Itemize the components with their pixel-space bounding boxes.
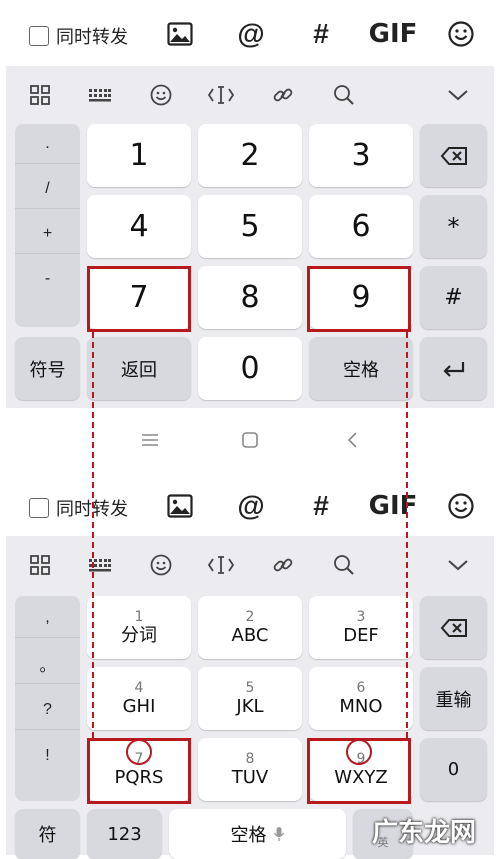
key-1[interactable]: 1: [87, 124, 191, 187]
t9-key-6[interactable]: 6 MNO: [309, 667, 413, 730]
back-nav-icon[interactable]: [340, 428, 364, 452]
search-icon[interactable]: [329, 80, 359, 110]
backspace-key[interactable]: [420, 124, 487, 187]
system-nav-bar: [0, 408, 500, 476]
symbol-column: . / + -: [15, 124, 80, 327]
symbol-key-period[interactable]: .: [15, 124, 80, 164]
forward-checkbox-label: 同时转发: [56, 27, 128, 48]
menu-icon[interactable]: [138, 428, 162, 452]
mention-icon[interactable]: @: [233, 16, 269, 52]
compose-toolbar-top: 同时转发 @ # GIF: [0, 0, 500, 66]
space-key[interactable]: 空格: [169, 809, 346, 859]
grid-icon[interactable]: [25, 80, 55, 110]
t9-key-5[interactable]: 5 JKL: [198, 667, 302, 730]
t9-keyboard: , 。 ? ! 1 分词 2 ABC 3 DEF 4 GHI 5 JKL 6 MNO 7 PQ…: [6, 536, 494, 859]
connector-line-left: [92, 332, 94, 738]
forward-checkbox-2[interactable]: [29, 498, 49, 518]
highlight-box-key-7-top: [87, 266, 191, 332]
t9-key-2[interactable]: 2 ABC: [198, 596, 302, 659]
image-icon[interactable]: [162, 16, 198, 52]
cursor-icon[interactable]: [206, 550, 236, 580]
t9-key-8[interactable]: 8 TUV: [198, 738, 302, 801]
link-icon[interactable]: [268, 550, 298, 580]
punct-key-question[interactable]: ?: [15, 690, 80, 730]
link-icon[interactable]: [268, 80, 298, 110]
symbol-key-minus[interactable]: -: [15, 259, 80, 299]
key-6[interactable]: 6: [309, 195, 413, 258]
reenter-key[interactable]: 重输: [420, 667, 487, 730]
numeric-keyboard: . / + - 1 2 3 4 5 6 7 8 9 符号 返回 0 空格 * #: [6, 66, 494, 408]
enter-key[interactable]: [420, 337, 487, 400]
numeric-mode-key[interactable]: 123: [87, 809, 162, 859]
home-icon[interactable]: [238, 428, 262, 452]
t9-key-4[interactable]: 4 GHI: [87, 667, 191, 730]
emoji-panel-icon[interactable]: [146, 80, 176, 110]
forward-checkbox[interactable]: [29, 26, 49, 46]
compose-toolbar-bottom: 同时转发 @ # GIF: [0, 476, 500, 536]
t9-key-3[interactable]: 3 DEF: [309, 596, 413, 659]
highlight-circle-7: [126, 739, 152, 765]
punct-key-period[interactable]: 。: [15, 644, 80, 684]
punct-key-exclaim[interactable]: !: [15, 736, 80, 776]
hash-key[interactable]: #: [420, 266, 487, 329]
emoji-icon[interactable]: [443, 488, 479, 524]
image-icon[interactable]: [162, 488, 198, 524]
symbol-key-slash[interactable]: /: [15, 169, 80, 209]
key-8[interactable]: 8: [198, 266, 302, 329]
symbol-key-plus[interactable]: +: [15, 214, 80, 254]
enter-icon: [442, 361, 464, 377]
hashtag-icon[interactable]: #: [303, 488, 339, 524]
emoji-icon[interactable]: [443, 16, 479, 52]
highlight-box-key-9-top: [307, 266, 411, 332]
key-4[interactable]: 4: [87, 195, 191, 258]
grid-icon[interactable]: [25, 550, 55, 580]
gif-icon[interactable]: GIF: [368, 488, 418, 524]
key-5[interactable]: 5: [198, 195, 302, 258]
symbols-key[interactable]: 符号: [15, 337, 80, 400]
hashtag-icon[interactable]: #: [303, 16, 339, 52]
star-key[interactable]: *: [420, 195, 487, 258]
space-key[interactable]: 空格: [309, 337, 413, 400]
zero-key[interactable]: 0: [420, 738, 487, 801]
key-0[interactable]: 0: [198, 337, 302, 400]
microphone-icon: [273, 827, 284, 841]
search-icon[interactable]: [329, 550, 359, 580]
connector-line-right: [406, 332, 408, 738]
symbol-key[interactable]: 符: [15, 809, 80, 859]
highlight-circle-9: [346, 739, 372, 765]
key-3[interactable]: 3: [309, 124, 413, 187]
emoji-panel-icon[interactable]: [146, 550, 176, 580]
backspace-key[interactable]: [420, 596, 487, 659]
mention-icon[interactable]: @: [233, 488, 269, 524]
t9-key-1[interactable]: 1 分词: [87, 596, 191, 659]
keyboard-icon[interactable]: [85, 80, 115, 110]
key-2[interactable]: 2: [198, 124, 302, 187]
punct-key-comma[interactable]: ,: [15, 598, 80, 638]
watermark-text: 广东龙网: [372, 818, 477, 848]
punctuation-column: , 。 ? !: [15, 596, 80, 801]
gif-icon[interactable]: GIF: [368, 16, 418, 52]
back-key[interactable]: 返回: [87, 337, 191, 400]
backspace-icon: [440, 146, 467, 165]
cursor-icon[interactable]: [206, 80, 236, 110]
keyboard-icon[interactable]: [85, 550, 115, 580]
chevron-down-icon[interactable]: [443, 80, 473, 110]
chevron-down-icon[interactable]: [443, 550, 473, 580]
backspace-icon: [440, 618, 467, 637]
